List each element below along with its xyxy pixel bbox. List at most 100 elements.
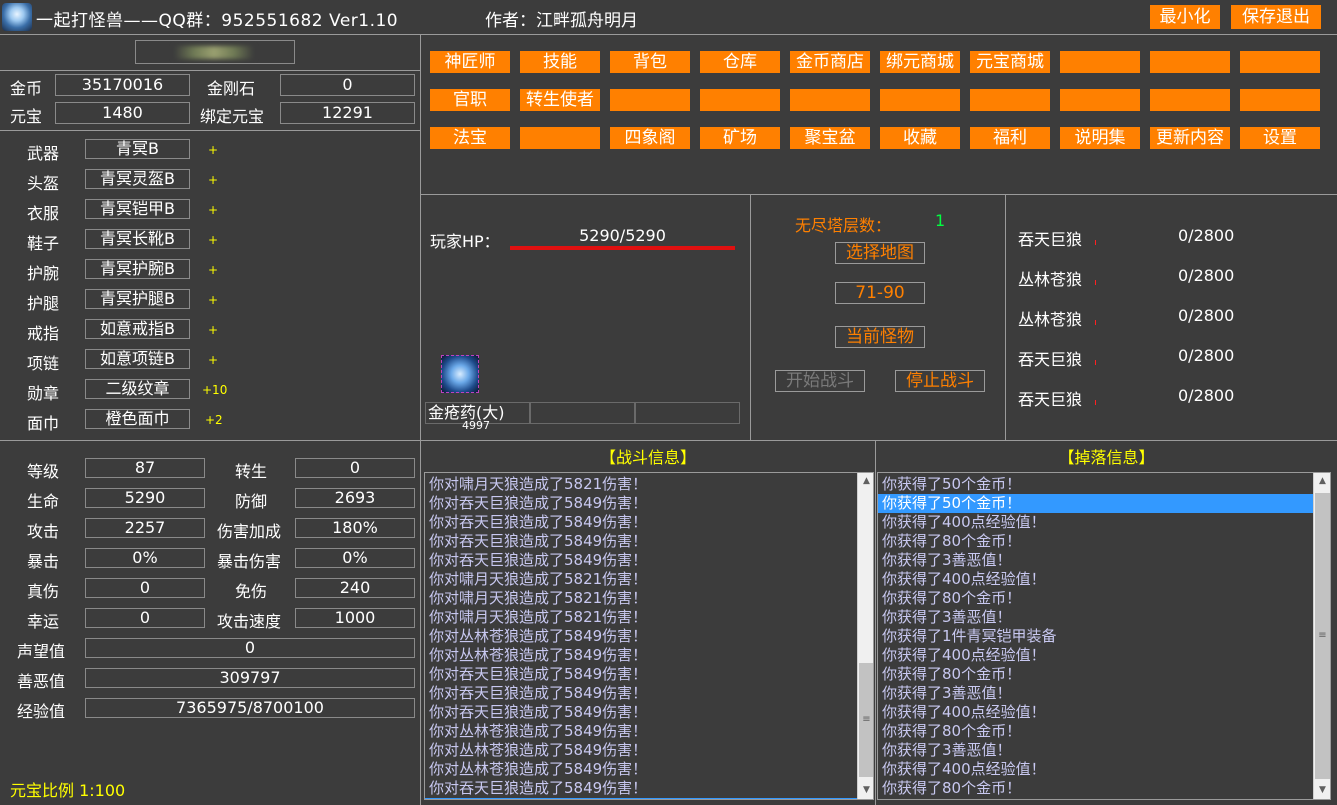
start-battle-button[interactable]: 开始战斗	[775, 370, 865, 392]
select-map-button[interactable]: 选择地图	[835, 242, 925, 264]
drop-log-entry[interactable]: 你获得了400点经验值！	[878, 760, 1313, 779]
current-monster-button[interactable]: 当前怪物	[835, 326, 925, 348]
menu-button[interactable]: 设置	[1240, 127, 1320, 149]
drop-log-entry[interactable]: 你获得了80个金币！	[878, 722, 1313, 741]
menu-button[interactable]	[610, 89, 690, 111]
drop-log-entry[interactable]: 你获得了3善恶值！	[878, 551, 1313, 570]
drop-log-entry[interactable]: 你获得了400点经验值！	[878, 570, 1313, 589]
equip-item-box[interactable]: 二级纹章	[85, 379, 190, 399]
battle-log-entry[interactable]: 你对啸月天狼造成了5821伤害！	[425, 589, 857, 608]
drop-log-entry[interactable]: 你获得了80个金币！	[878, 589, 1313, 608]
battle-log-scrollbar[interactable]: ▲ ≡ ▼	[857, 473, 873, 799]
equip-item-box[interactable]: 如意项链B	[85, 349, 190, 369]
equip-item-box[interactable]: 青冥B	[85, 139, 190, 159]
menu-button[interactable]	[1150, 51, 1230, 73]
menu-button[interactable]: 元宝商城	[970, 51, 1050, 73]
equip-item-box[interactable]: 青冥铠甲B	[85, 199, 190, 219]
immune-value: 240	[295, 578, 415, 598]
menu-button[interactable]	[1060, 51, 1140, 73]
battle-log-entry[interactable]: 你对吞天巨狼造成了5849伤害！	[425, 665, 857, 684]
menu-button[interactable]: 矿场	[700, 127, 780, 149]
battle-log-entry[interactable]: 你对啸月天狼造成了5821伤害！	[425, 798, 857, 799]
drop-log-entry[interactable]: 你获得了3善恶值！	[878, 608, 1313, 627]
drop-log-list[interactable]: 你获得了50个金币！ 你获得了50个金币！ 你获得了400点经验值！ 你获得了80个金…	[877, 472, 1331, 800]
equip-item-box[interactable]: 橙色面巾	[85, 409, 190, 429]
stop-battle-button[interactable]: 停止战斗	[895, 370, 985, 392]
menu-button[interactable]	[700, 89, 780, 111]
potion-icon[interactable]	[441, 355, 479, 393]
battle-log-entry[interactable]: 你对吞天巨狼造成了5849伤害！	[425, 684, 857, 703]
drop-log-entry[interactable]: 你获得了80个金币！	[878, 532, 1313, 551]
scroll-down-icon[interactable]: ▼	[1314, 782, 1330, 799]
crit-value: 0%	[85, 548, 205, 568]
scroll-thumb[interactable]: ≡	[1315, 493, 1330, 779]
potion-slot-3[interactable]	[635, 402, 740, 424]
menu-button[interactable]: 背包	[610, 51, 690, 73]
menu-button[interactable]: 技能	[520, 51, 600, 73]
menu-button[interactable]: 更新内容	[1150, 127, 1230, 149]
battle-log-entry[interactable]: 你对丛林苍狼造成了5849伤害！	[425, 760, 857, 779]
battle-log-list[interactable]: 你对啸月天狼造成了5821伤害！ 你对吞天巨狼造成了5849伤害！ 你对吞天巨狼造成…	[424, 472, 874, 800]
battle-log-entry[interactable]: 你对啸月天狼造成了5821伤害！	[425, 608, 857, 627]
menu-button[interactable]: 官职	[430, 89, 510, 111]
battle-log-entry[interactable]: 你对啸月天狼造成了5821伤害！	[425, 475, 857, 494]
battle-log-entry[interactable]: 你对吞天巨狼造成了5849伤害！	[425, 532, 857, 551]
drop-log-entry[interactable]: 你获得了400点经验值！	[878, 513, 1313, 532]
drop-log-entry[interactable]: 你获得了50个金币！	[878, 475, 1313, 494]
menu-button[interactable]	[970, 89, 1050, 111]
menu-button[interactable]	[520, 127, 600, 149]
menu-button[interactable]	[790, 89, 870, 111]
battle-log-entry[interactable]: 你对吞天巨狼造成了5849伤害！	[425, 779, 857, 798]
monster-hp-indicator	[1095, 400, 1096, 405]
equip-item-box[interactable]: 青冥护腕B	[85, 259, 190, 279]
battle-log-entry[interactable]: 你对丛林苍狼造成了5849伤害！	[425, 722, 857, 741]
equip-item-box[interactable]: 青冥灵盔B	[85, 169, 190, 189]
menu-button[interactable]: 神匠师	[430, 51, 510, 73]
drop-log-scrollbar[interactable]: ▲ ≡ ▼	[1313, 473, 1330, 799]
menu-button[interactable]: 聚宝盆	[790, 127, 870, 149]
drop-log-entry[interactable]: 你获得了3善恶值！	[878, 684, 1313, 703]
monster-name: 吞天巨狼	[1018, 390, 1083, 409]
scroll-down-icon[interactable]: ▼	[858, 782, 873, 799]
minimize-button[interactable]: 最小化	[1150, 5, 1220, 29]
exp-value: 7365975/8700100	[85, 698, 415, 718]
equip-item-box[interactable]: 青冥长靴B	[85, 229, 190, 249]
drop-log-entry[interactable]: 你获得了50个金币！	[878, 494, 1313, 513]
battle-log-entry[interactable]: 你对啸月天狼造成了5821伤害！	[425, 570, 857, 589]
menu-button[interactable]: 说明集	[1060, 127, 1140, 149]
battle-log-entry[interactable]: 你对吞天巨狼造成了5849伤害！	[425, 551, 857, 570]
drop-log-entry[interactable]: 你获得了80个金币！	[878, 665, 1313, 684]
equip-item-box[interactable]: 如意戒指B	[85, 319, 190, 339]
drop-log-entry[interactable]: 你获得了400点经验值！	[878, 646, 1313, 665]
scroll-thumb[interactable]: ≡	[859, 663, 873, 777]
menu-button[interactable]	[1060, 89, 1140, 111]
menu-button[interactable]: 收藏	[880, 127, 960, 149]
battle-log-entry[interactable]: 你对丛林苍狼造成了5849伤害！	[425, 627, 857, 646]
battle-log-entry[interactable]: 你对丛林苍狼造成了5849伤害！	[425, 741, 857, 760]
menu-button[interactable]	[880, 89, 960, 111]
drop-log-entry[interactable]: 你获得了3善恶值！	[878, 741, 1313, 760]
drop-log-entry[interactable]: 你获得了1件青冥铠甲装备	[878, 627, 1313, 646]
menu-button[interactable]: 福利	[970, 127, 1050, 149]
battle-log-entry[interactable]: 你对吞天巨狼造成了5849伤害！	[425, 513, 857, 532]
menu-button[interactable]: 仓库	[700, 51, 780, 73]
menu-button[interactable]: 转生使者	[520, 89, 600, 111]
battle-log-entry[interactable]: 你对吞天巨狼造成了5849伤害！	[425, 703, 857, 722]
menu-button[interactable]	[1240, 89, 1320, 111]
scroll-up-icon[interactable]: ▲	[1314, 473, 1330, 490]
menu-button[interactable]: 法宝	[430, 127, 510, 149]
equip-item-box[interactable]: 青冥护腿B	[85, 289, 190, 309]
menu-button[interactable]: 四象阁	[610, 127, 690, 149]
menu-button[interactable]	[1150, 89, 1230, 111]
battle-log-entry[interactable]: 你对吞天巨狼造成了5849伤害！	[425, 494, 857, 513]
scroll-up-icon[interactable]: ▲	[858, 473, 873, 490]
potion-slot-2[interactable]	[530, 402, 635, 424]
menu-button[interactable]: 绑元商城	[880, 51, 960, 73]
battle-log-entry[interactable]: 你对丛林苍狼造成了5849伤害！	[425, 646, 857, 665]
menu-button[interactable]	[1240, 51, 1320, 73]
rebirth-label: 转生	[235, 462, 268, 481]
drop-log-entry[interactable]: 你获得了80个金币！	[878, 779, 1313, 798]
drop-log-entry[interactable]: 你获得了400点经验值！	[878, 703, 1313, 722]
save-exit-button[interactable]: 保存退出	[1231, 5, 1321, 29]
menu-button[interactable]: 金币商店	[790, 51, 870, 73]
